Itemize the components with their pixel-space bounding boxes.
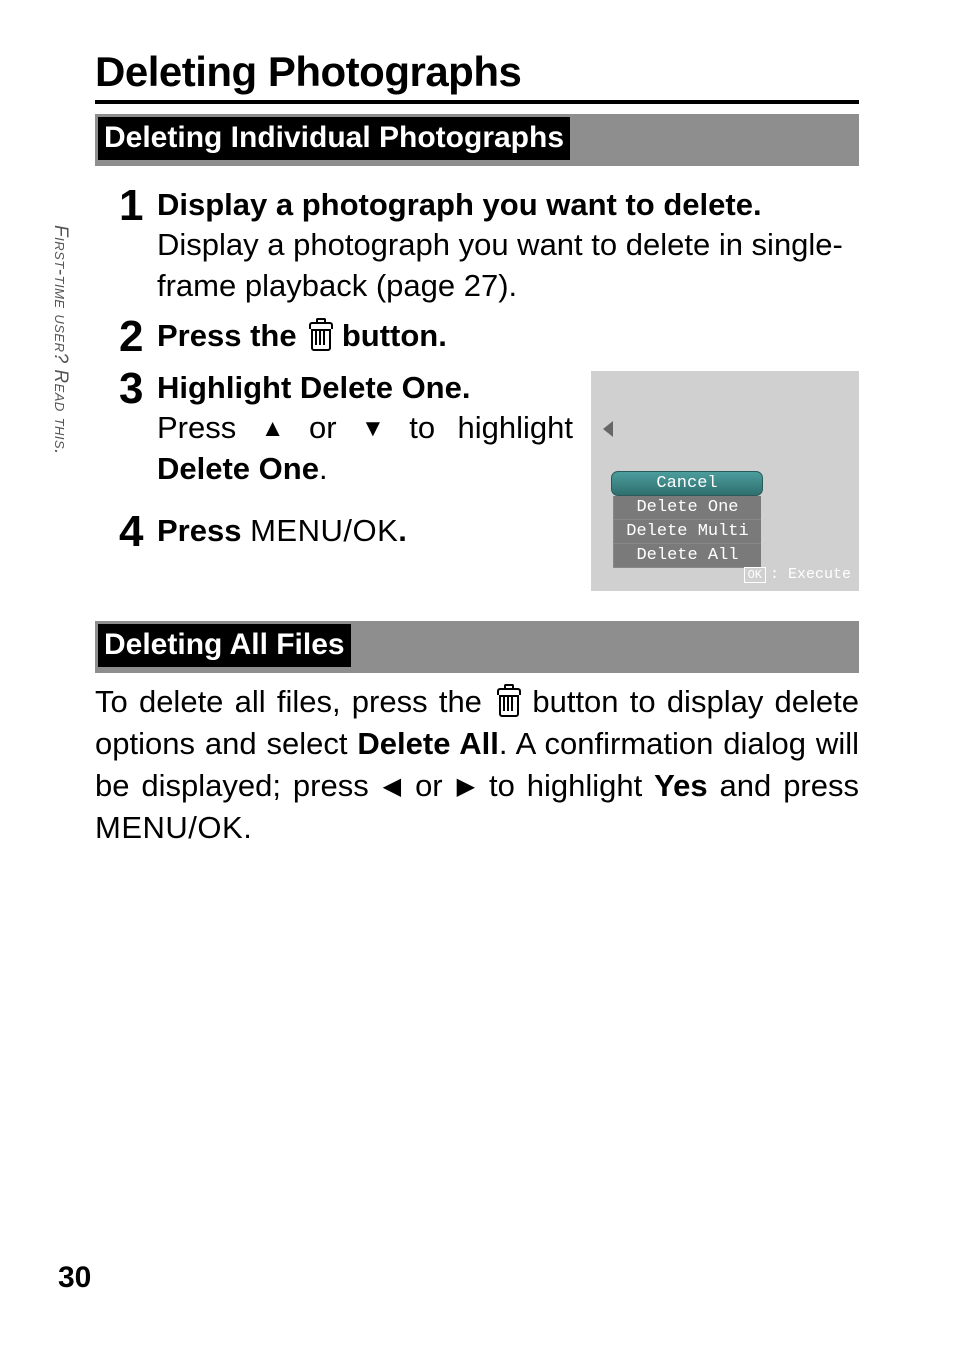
step-3-title-b: Delete One: [300, 370, 462, 405]
left-arrow-icon: [603, 421, 613, 437]
step-3-text-c: to highlight: [387, 410, 573, 445]
step-4-num: 4: [119, 510, 147, 554]
p2-h: and press: [708, 768, 859, 803]
execute-label: : Execute: [770, 566, 851, 583]
camera-menu-item-delete-one: Delete One: [613, 496, 761, 520]
trash-icon: [495, 688, 519, 714]
step-1-text: Display a photograph you want to delete …: [157, 225, 859, 307]
step-3-title: Highlight Delete One.: [157, 369, 573, 406]
step-3-text-e: .: [319, 451, 328, 486]
step-4-title: Press MENU/OK.: [157, 512, 573, 549]
step-1-num: 1: [119, 184, 147, 228]
p2-i: MENU/OK: [95, 810, 243, 845]
camera-menu-item-cancel: Cancel: [611, 471, 763, 496]
step-1-title: Display a photograph you want to delete.: [157, 186, 859, 223]
p2-g: Yes: [654, 768, 707, 803]
step-3-num: 3: [119, 367, 147, 411]
step-3-title-a: Highlight: [157, 370, 300, 405]
step-1: 1 Display a photograph you want to delet…: [119, 184, 859, 307]
step-2-num: 2: [119, 315, 147, 359]
section-2-paragraph: To delete all files, press the button to…: [95, 681, 859, 848]
side-tab-text-b: Read this.: [50, 364, 71, 455]
step-4-title-a: Press: [157, 513, 250, 548]
step-2-title-a: Press the: [157, 318, 305, 353]
step-3-text-b: or: [286, 410, 359, 445]
step-4-title-b: MENU/OK: [250, 513, 398, 548]
step-2-title-b: button.: [342, 318, 447, 353]
camera-dialog: Cancel Delete One Delete Multi Delete Al…: [591, 371, 859, 591]
subheading-bar-1: Deleting Individual Photographs: [95, 114, 859, 166]
p2-j: .: [243, 810, 252, 845]
camera-execute-hint: OK : Execute: [744, 566, 851, 583]
camera-menu-item-delete-all: Delete All: [613, 544, 761, 568]
subheading-bar-2: Deleting All Files: [95, 621, 859, 673]
subheading-2: Deleting All Files: [98, 624, 351, 667]
subheading-1: Deleting Individual Photographs: [98, 117, 570, 160]
trash-icon: [307, 322, 331, 348]
ok-badge: OK: [744, 567, 766, 583]
p2-c: Delete All: [357, 726, 498, 761]
p2-e: or: [403, 768, 454, 803]
step-3-text-a: Press: [157, 410, 259, 445]
step-3-title-c: .: [462, 370, 471, 405]
step-2-title: Press the button.: [157, 317, 859, 354]
step-3: 3 Highlight Delete One. Press ▲ or ▼ to …: [119, 367, 573, 490]
camera-menu-item-delete-multi: Delete Multi: [613, 520, 761, 544]
step-2: 2 Press the button.: [119, 315, 859, 359]
section-2: Deleting All Files To delete all files, …: [95, 621, 859, 848]
p2-f: to highlight: [477, 768, 654, 803]
step-3-text-d: Delete One: [157, 451, 319, 486]
page: First-time user? Read this. Deleting Pho…: [0, 0, 954, 1345]
side-tab: First-time user? Read this.: [43, 225, 71, 595]
step-4-title-c: .: [398, 513, 407, 548]
step-4: 4 Press MENU/OK.: [119, 510, 573, 554]
main-heading: Deleting Photographs: [95, 50, 859, 104]
side-tab-text-a: First-time user?: [50, 225, 71, 364]
p2-a: To delete all files, press the: [95, 684, 493, 719]
camera-menu: Cancel Delete One Delete Multi Delete Al…: [613, 471, 761, 568]
step-3-text: Press ▲ or ▼ to highlight Delete One.: [157, 408, 573, 490]
steps-area: 1 Display a photograph you want to delet…: [95, 166, 859, 591]
page-number: 30: [58, 1261, 91, 1295]
